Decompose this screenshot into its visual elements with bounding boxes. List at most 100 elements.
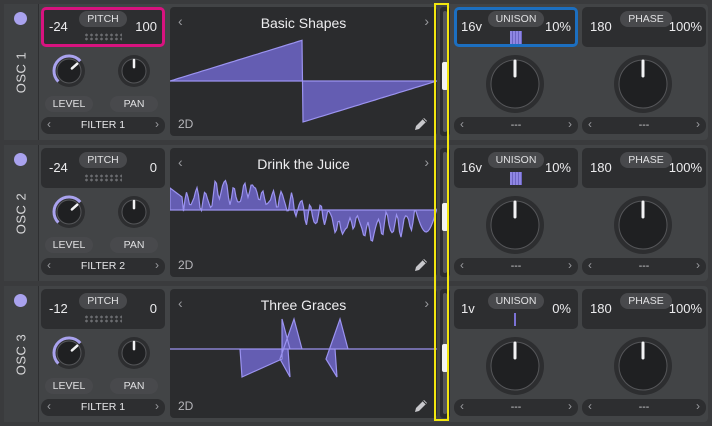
- wavetable-name[interactable]: Drink the Juice: [170, 156, 437, 172]
- phase-value[interactable]: 180: [590, 160, 612, 175]
- level-knob[interactable]: [52, 195, 86, 229]
- pitch-control[interactable]: -12 PITCH 0: [41, 289, 165, 329]
- phase-knob[interactable]: [613, 336, 673, 396]
- phase-value[interactable]: 180: [590, 19, 612, 34]
- filter-selector[interactable]: ‹ FILTER 1 ›: [41, 399, 165, 416]
- phase-mode-selector[interactable]: ‹ --- ›: [582, 117, 706, 134]
- filter-selector[interactable]: ‹ FILTER 2 ›: [41, 258, 165, 275]
- phase-control[interactable]: 180 PHASE 100%: [582, 148, 706, 188]
- unison-control[interactable]: 1v UNISON 0%: [454, 289, 578, 329]
- wavetable-display[interactable]: ‹ Drink the Juice › 2D: [170, 148, 437, 277]
- unison-label: UNISON: [488, 11, 544, 27]
- unison-voices-graphic: [514, 313, 516, 326]
- filter-label: FILTER 2: [80, 260, 126, 272]
- osc-name: OSC 1: [13, 51, 29, 93]
- chevron-right-icon[interactable]: ›: [424, 295, 429, 311]
- unison-mode-label: ---: [510, 119, 522, 131]
- pitch-transpose-value[interactable]: -24: [49, 19, 68, 34]
- phase-mode-label: ---: [638, 260, 650, 272]
- unison-voices-value[interactable]: 16v: [461, 19, 482, 34]
- phase-randomness-value[interactable]: 100%: [669, 301, 702, 316]
- unison-mode-selector[interactable]: ‹ --- ›: [454, 399, 578, 416]
- pan-knob[interactable]: [117, 336, 151, 370]
- filter-selector[interactable]: ‹ FILTER 1 ›: [41, 117, 165, 134]
- unison-control[interactable]: 16v UNISON 10%: [454, 7, 578, 47]
- pitch-label: PITCH: [79, 152, 127, 168]
- unison-voices-graphic: [510, 31, 522, 44]
- slider-thumb[interactable]: [442, 344, 448, 373]
- chevron-right-icon[interactable]: ›: [568, 117, 572, 131]
- chevron-right-icon[interactable]: ›: [424, 13, 429, 29]
- chevron-right-icon[interactable]: ›: [155, 258, 159, 272]
- wavetable-display[interactable]: ‹ Basic Shapes › 2D: [170, 7, 437, 136]
- unison-label: UNISON: [488, 152, 544, 168]
- waveform-fill: [170, 179, 437, 242]
- unison-knob[interactable]: [485, 195, 545, 255]
- osc-name: OSC 2: [13, 192, 29, 234]
- frame-position-slider[interactable]: [440, 289, 450, 418]
- pitch-tune-dots: [84, 33, 122, 41]
- phase-mode-label: ---: [638, 119, 650, 131]
- dimension-label[interactable]: 2D: [178, 117, 193, 131]
- unison-knob[interactable]: [485, 54, 545, 114]
- pan-label: PAN: [110, 96, 158, 112]
- unison-mode-selector[interactable]: ‹ --- ›: [454, 117, 578, 134]
- phase-control[interactable]: 180 PHASE 100%: [582, 289, 706, 329]
- unison-mode-label: ---: [510, 260, 522, 272]
- oscillator-1-panel: OSC 1 -24 PITCH 100 LEVEL PAN ‹ FILTER 1…: [4, 4, 708, 140]
- pitch-tune-dots: [84, 315, 122, 323]
- unison-knob[interactable]: [485, 336, 545, 396]
- chevron-right-icon[interactable]: ›: [155, 399, 159, 413]
- pan-knob[interactable]: [117, 195, 151, 229]
- chevron-right-icon[interactable]: ›: [424, 154, 429, 170]
- pencil-icon[interactable]: [413, 398, 429, 414]
- unison-voices-value[interactable]: 16v: [461, 160, 482, 175]
- dimension-label[interactable]: 2D: [178, 399, 193, 413]
- pitch-tune-value[interactable]: 0: [150, 160, 157, 175]
- wavetable-display[interactable]: ‹ Three Graces › 2D: [170, 289, 437, 418]
- wavetable-name[interactable]: Three Graces: [170, 297, 437, 313]
- pitch-tune-value[interactable]: 0: [150, 301, 157, 316]
- frame-position-slider[interactable]: [440, 148, 450, 277]
- chevron-right-icon[interactable]: ›: [696, 117, 700, 131]
- chevron-right-icon[interactable]: ›: [568, 258, 572, 272]
- dimension-label[interactable]: 2D: [178, 258, 193, 272]
- unison-label: UNISON: [488, 293, 544, 309]
- pitch-label: PITCH: [79, 11, 127, 27]
- pencil-icon[interactable]: [413, 257, 429, 273]
- phase-randomness-value[interactable]: 100%: [669, 160, 702, 175]
- chevron-right-icon[interactable]: ›: [696, 258, 700, 272]
- unison-voices-value[interactable]: 1v: [461, 301, 475, 316]
- pencil-icon[interactable]: [413, 116, 429, 132]
- phase-label: PHASE: [620, 293, 672, 309]
- slider-thumb[interactable]: [442, 203, 448, 232]
- frame-position-slider[interactable]: [440, 7, 450, 136]
- unison-control[interactable]: 16v UNISON 10%: [454, 148, 578, 188]
- phase-value[interactable]: 180: [590, 301, 612, 316]
- unison-detune-value[interactable]: 10%: [545, 19, 571, 34]
- osc-sidebar: OSC 1: [4, 4, 39, 140]
- phase-knob[interactable]: [613, 54, 673, 114]
- level-knob[interactable]: [52, 54, 86, 88]
- phase-knob[interactable]: [613, 195, 673, 255]
- slider-thumb[interactable]: [442, 62, 448, 91]
- wavetable-name[interactable]: Basic Shapes: [170, 15, 437, 31]
- pitch-control[interactable]: -24 PITCH 100: [41, 7, 165, 47]
- osc-name: OSC 3: [13, 333, 29, 375]
- pitch-transpose-value[interactable]: -24: [49, 160, 68, 175]
- pitch-tune-value[interactable]: 100: [135, 19, 157, 34]
- unison-detune-value[interactable]: 10%: [545, 160, 571, 175]
- unison-mode-selector[interactable]: ‹ --- ›: [454, 258, 578, 275]
- unison-detune-value[interactable]: 0%: [552, 301, 571, 316]
- chevron-right-icon[interactable]: ›: [696, 399, 700, 413]
- pitch-transpose-value[interactable]: -12: [49, 301, 68, 316]
- phase-control[interactable]: 180 PHASE 100%: [582, 7, 706, 47]
- chevron-right-icon[interactable]: ›: [568, 399, 572, 413]
- pan-knob[interactable]: [117, 54, 151, 88]
- level-knob[interactable]: [52, 336, 86, 370]
- chevron-right-icon[interactable]: ›: [155, 117, 159, 131]
- pitch-control[interactable]: -24 PITCH 0: [41, 148, 165, 188]
- phase-mode-selector[interactable]: ‹ --- ›: [582, 399, 706, 416]
- phase-mode-selector[interactable]: ‹ --- ›: [582, 258, 706, 275]
- phase-randomness-value[interactable]: 100%: [669, 19, 702, 34]
